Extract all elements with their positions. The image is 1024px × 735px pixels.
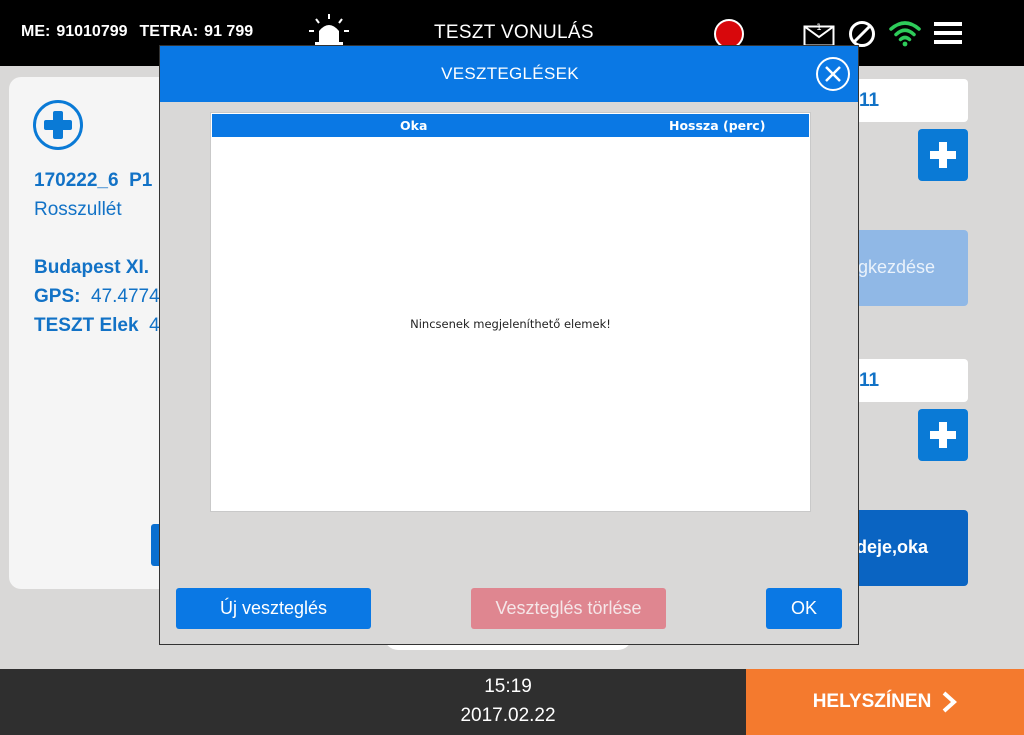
delete-delay-button[interactable]: Veszteglés törlése	[471, 588, 666, 629]
siren-icon[interactable]	[309, 13, 349, 47]
me-value: 91010799	[56, 23, 128, 40]
case-line: 170222_6 P1	[34, 170, 152, 192]
right-field-1[interactable]: 11	[850, 79, 968, 122]
onsite-button[interactable]: HELYSZÍNEN	[746, 669, 1024, 735]
case-id: 170222_6	[34, 170, 119, 191]
bottom-bar: 15:19 2017.02.22 HELYSZÍNEN	[0, 669, 1024, 735]
reason-button[interactable]: deje,oka	[850, 510, 968, 586]
tetra-label: TETRA:	[139, 23, 199, 40]
table-header: Oka Hossza (perc)	[212, 114, 809, 137]
gps-value: 47.4774	[91, 286, 160, 307]
medical-cross-icon	[33, 100, 83, 150]
patient-name: TESZT Elek	[34, 315, 139, 336]
mission-title: TESZT VONULÁS	[434, 22, 594, 43]
delays-dialog: VESZTEGLÉSEK Oka Hossza (perc) Nincsenek…	[159, 45, 859, 645]
add-button-1[interactable]	[918, 129, 968, 181]
column-header-reason[interactable]: Oka	[400, 118, 427, 133]
patient-line: TESZT Elek 4	[34, 315, 160, 337]
dialog-title: VESZTEGLÉSEK	[441, 64, 579, 83]
start-button[interactable]: gkezdése	[850, 230, 968, 306]
gps-label: GPS:	[34, 286, 81, 307]
hamburger-menu-icon[interactable]	[934, 21, 962, 45]
unit-info: ME: 91010799 TETRA: 91 799	[21, 23, 259, 41]
ok-button[interactable]: OK	[766, 588, 842, 629]
delays-table: Oka Hossza (perc) Nincsenek megjeleníthe…	[210, 112, 811, 512]
mail-icon[interactable]: 1	[803, 21, 835, 47]
column-header-duration[interactable]: Hossza (perc)	[669, 118, 765, 133]
complaint: Rosszullét	[34, 199, 122, 220]
block-icon[interactable]	[848, 20, 876, 48]
wifi-icon[interactable]	[889, 18, 921, 48]
case-priority: P1	[129, 170, 153, 191]
address: Budapest XI.	[34, 257, 150, 278]
tetra-value: 91 799	[204, 23, 254, 40]
chevron-right-icon	[942, 691, 958, 713]
close-icon[interactable]	[815, 56, 851, 92]
add-button-2[interactable]	[918, 409, 968, 461]
empty-message: Nincsenek megjeleníthető elemek!	[410, 317, 611, 331]
new-delay-button[interactable]: Új veszteglés	[176, 588, 371, 629]
right-field-2[interactable]: 11	[850, 359, 968, 402]
me-label: ME:	[21, 23, 51, 40]
onsite-label: HELYSZÍNEN	[812, 691, 932, 712]
mail-count: 1	[816, 23, 822, 33]
gps-line: GPS: 47.4774	[34, 286, 160, 308]
